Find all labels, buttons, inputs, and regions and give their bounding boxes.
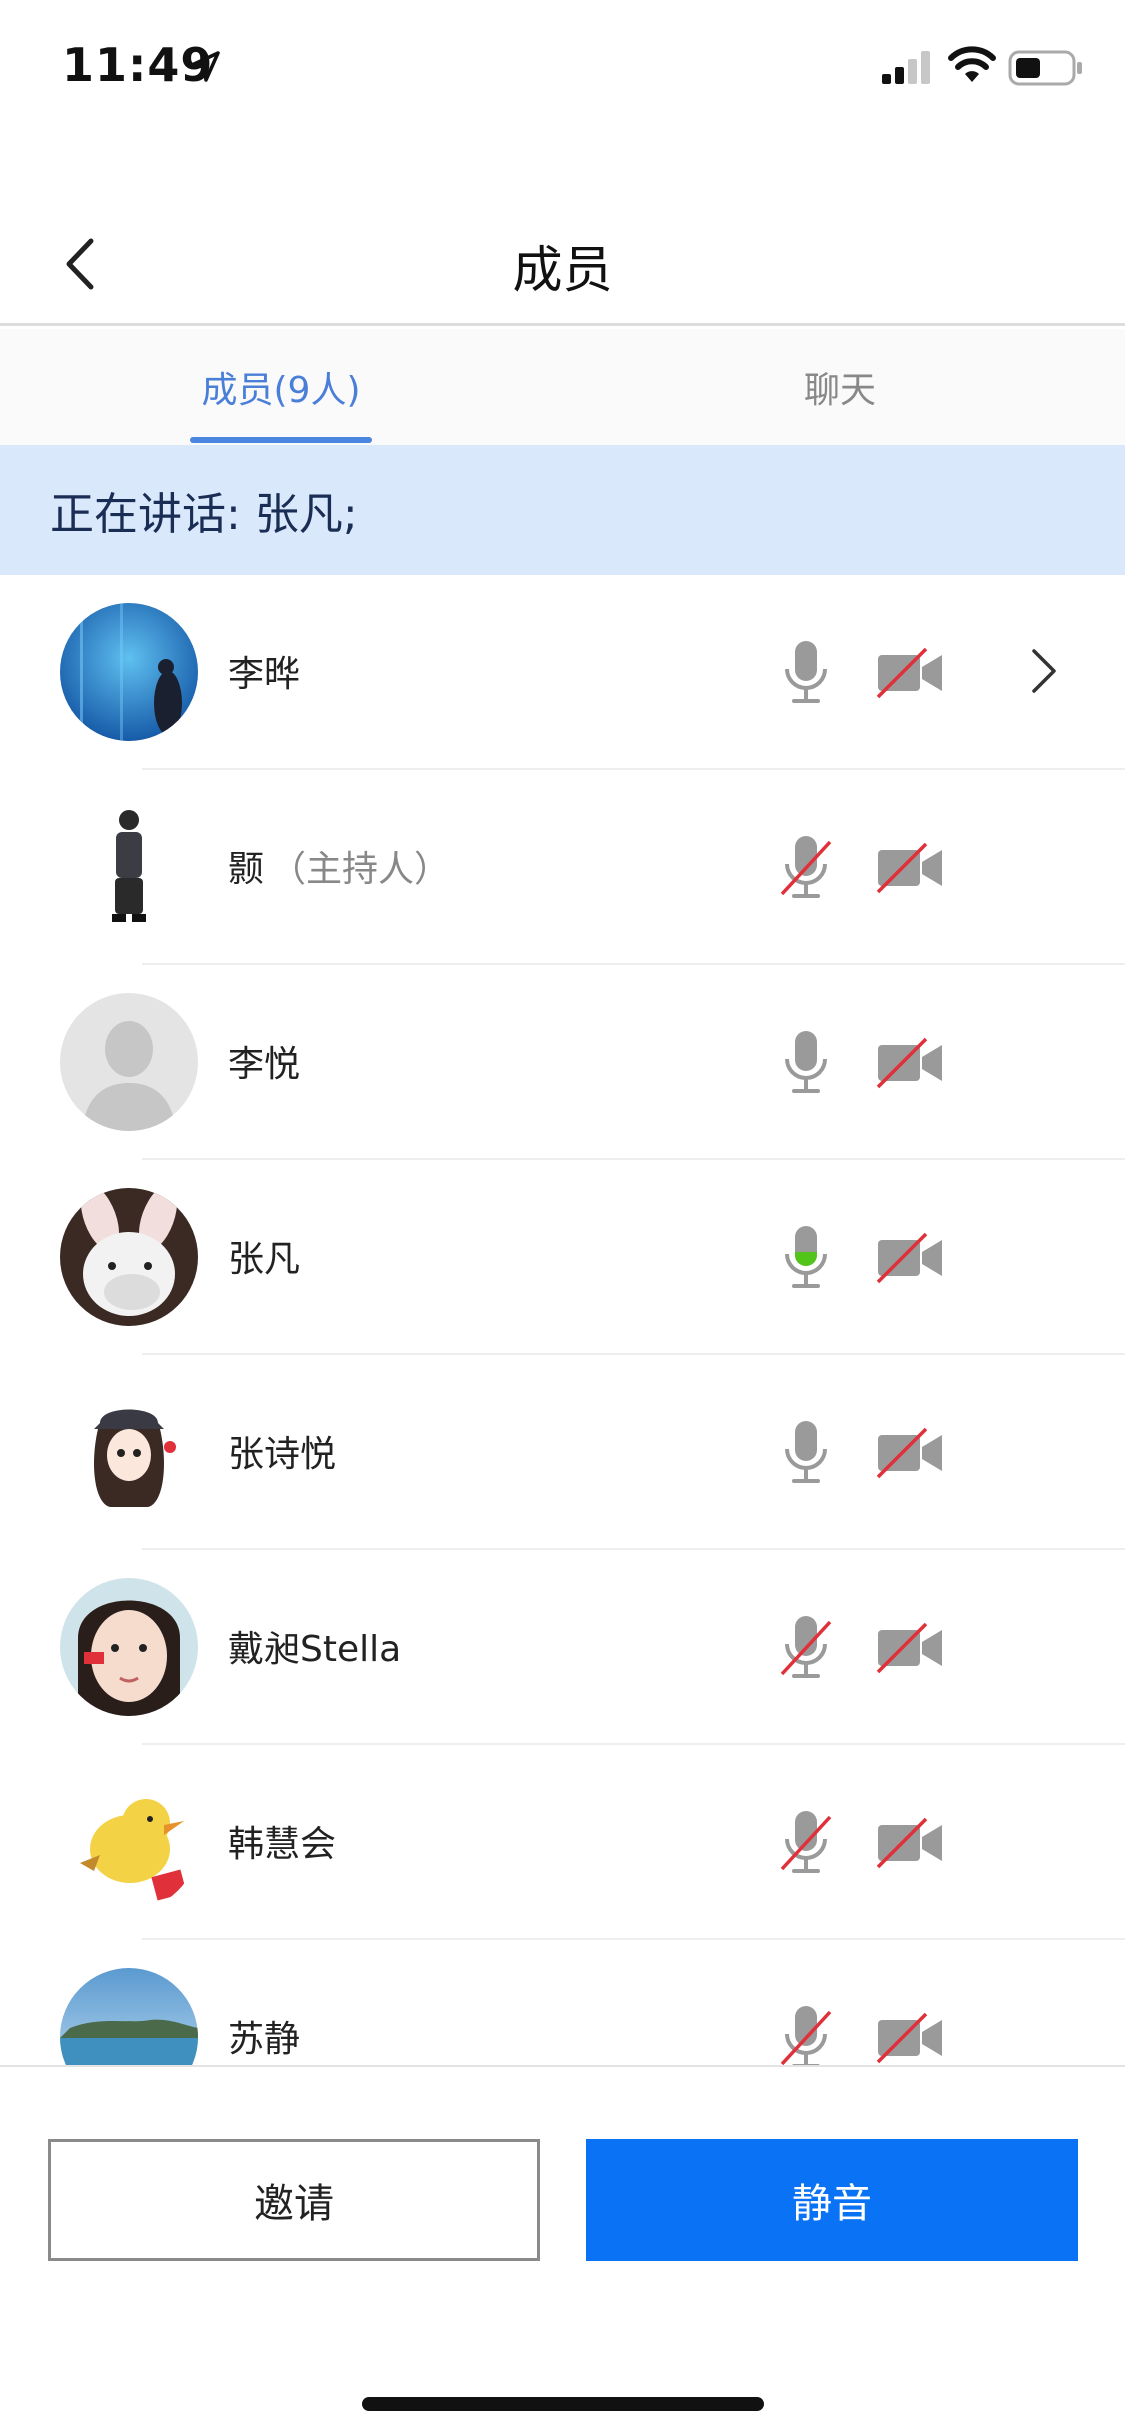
member-name-text: 李悦 — [228, 1044, 301, 1085]
tab-chat[interactable]: 聊天 — [740, 329, 940, 445]
member-name: 颢（主持人） — [228, 840, 450, 892]
speaking-banner: 正在讲话: 张凡; — [0, 445, 1125, 575]
avatar — [60, 1578, 198, 1716]
avatar — [60, 1968, 198, 2065]
microphone-muted-icon[interactable] — [778, 1809, 834, 1877]
status-bar: 11:49 — [0, 0, 1125, 132]
member-name-text: 张凡 — [228, 1239, 301, 1280]
member-name: 韩慧会 — [228, 1815, 342, 1867]
member-name: 苏静 — [228, 2010, 306, 2062]
member-row[interactable]: 张凡 — [0, 1160, 1125, 1355]
invite-button[interactable]: 邀请 — [48, 2139, 540, 2261]
microphone-speaking-icon[interactable] — [778, 1224, 834, 1292]
microphone-muted-icon[interactable] — [778, 2004, 834, 2065]
cellular-signal-icon — [882, 51, 930, 84]
avatar — [60, 603, 198, 741]
location-arrow-icon — [190, 51, 220, 82]
microphone-muted-icon[interactable] — [778, 834, 834, 902]
camera-off-icon[interactable] — [876, 1037, 944, 1089]
avatar — [60, 993, 198, 1131]
tab-bar: 成员(9人) 聊天 — [0, 329, 1125, 445]
member-row[interactable]: 戴昶Stella — [0, 1550, 1125, 1745]
microphone-icon[interactable] — [778, 1419, 834, 1487]
member-name-text: 张诗悦 — [228, 1434, 337, 1475]
camera-off-icon[interactable] — [876, 1817, 944, 1869]
member-name-text: 颢 — [228, 849, 265, 890]
member-name-text: 李晔 — [228, 654, 301, 695]
member-name: 李晔 — [228, 645, 306, 697]
avatar — [60, 798, 198, 936]
microphone-muted-icon[interactable] — [778, 1614, 834, 1682]
active-tab-indicator — [190, 437, 372, 443]
member-name: 李悦 — [228, 1035, 306, 1087]
member-row[interactable]: 苏静 — [0, 1940, 1125, 2065]
speaking-names: 张凡; — [254, 489, 358, 540]
navigation-bar: 成员 — [0, 200, 1125, 326]
member-role: （主持人） — [270, 849, 451, 890]
bottom-action-bar: 邀请 静音 — [0, 2065, 1125, 2436]
member-row[interactable]: 韩慧会 — [0, 1745, 1125, 1940]
member-row[interactable]: 张诗悦 — [0, 1355, 1125, 1550]
member-row[interactable]: 李悦 — [0, 965, 1125, 1160]
mute-all-button[interactable]: 静音 — [586, 2139, 1078, 2261]
member-row[interactable]: 颢（主持人） — [0, 770, 1125, 965]
camera-off-icon[interactable] — [876, 2012, 944, 2064]
member-list[interactable]: 李晔 颢（主持人） 李悦 张凡 张诗悦 戴昶Stella 韩慧会 苏静 — [0, 575, 1125, 2065]
battery-icon — [1008, 50, 1082, 86]
member-name: 张凡 — [228, 1230, 306, 1282]
wifi-icon — [948, 46, 996, 82]
camera-off-icon[interactable] — [876, 647, 944, 699]
avatar — [60, 1188, 198, 1326]
member-name-text: 戴昶Stella — [228, 1629, 402, 1670]
avatar — [60, 1773, 198, 1911]
member-name: 戴昶Stella — [228, 1620, 407, 1672]
chevron-right-icon[interactable] — [1026, 645, 1060, 697]
camera-off-icon[interactable] — [876, 1232, 944, 1284]
speaking-label: 正在讲话: — [50, 489, 241, 540]
camera-off-icon[interactable] — [876, 842, 944, 894]
member-name-text: 韩慧会 — [228, 1824, 337, 1865]
avatar — [60, 1383, 198, 1521]
tab-members[interactable]: 成员(9人) — [190, 329, 372, 445]
member-name-text: 苏静 — [228, 2019, 301, 2060]
camera-off-icon[interactable] — [876, 1427, 944, 1479]
page-title: 成员 — [512, 241, 613, 299]
microphone-icon[interactable] — [778, 1029, 834, 1097]
camera-off-icon[interactable] — [876, 1622, 944, 1674]
microphone-icon[interactable] — [778, 639, 834, 707]
member-row[interactable]: 李晔 — [0, 575, 1125, 770]
home-indicator[interactable] — [362, 2397, 764, 2411]
member-name: 张诗悦 — [228, 1425, 342, 1477]
